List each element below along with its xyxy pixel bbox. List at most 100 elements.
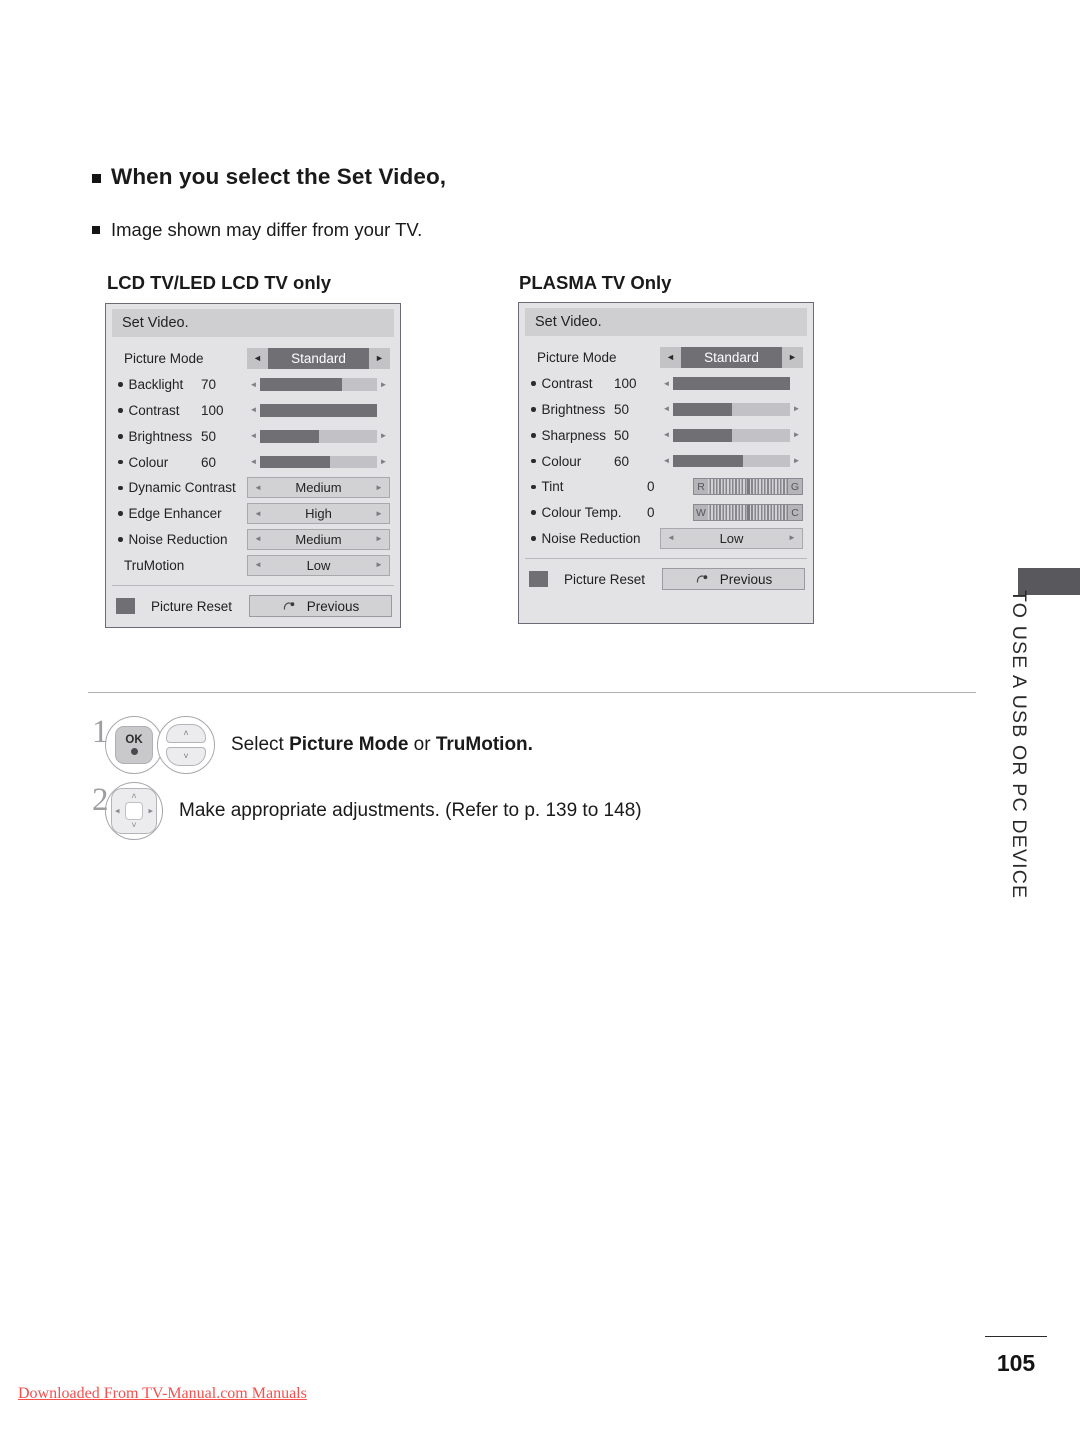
option-left-arrow-icon[interactable]: ◄ [248, 530, 268, 549]
previous-button-label-plasma: Previous [719, 571, 773, 587]
osd-row[interactable]: Picture Mode ◄ Standard ► [531, 345, 803, 371]
option-right-arrow-icon[interactable]: ► [369, 504, 389, 523]
dpad-up-icon[interactable]: ˄ [131, 792, 136, 801]
slider-track[interactable] [673, 403, 790, 416]
selector-right-arrow-icon[interactable]: ► [782, 347, 803, 369]
slider-right-arrow-icon[interactable]: ► [377, 380, 390, 389]
slider-track[interactable] [673, 454, 790, 468]
osd-row[interactable]: TruMotion ◄ Low ► [118, 552, 390, 578]
slider-fill [673, 454, 744, 468]
dpad-right-icon[interactable]: ▸ [148, 806, 153, 816]
slider-track[interactable] [260, 455, 377, 469]
osd-footer-plasma: Picture Reset Previous [519, 559, 813, 591]
slider-right-arrow-icon[interactable]: ► [790, 431, 803, 439]
option-right-arrow-icon[interactable]: ► [369, 556, 389, 575]
slider-right-arrow-icon[interactable]: ► [790, 457, 803, 465]
slider-left-arrow-icon[interactable]: ◄ [247, 432, 260, 440]
option-left-arrow-icon[interactable]: ◄ [248, 556, 268, 575]
rocker-up-icon[interactable]: ˄ [166, 724, 206, 743]
selector-left-arrow-icon[interactable]: ◄ [247, 348, 268, 370]
osd-row[interactable]: Contrast 100 ◄► [531, 371, 803, 397]
value-slider[interactable]: ◄► [660, 451, 803, 472]
value-slider[interactable]: ◄► [247, 400, 390, 421]
slider-right-arrow-icon[interactable]: ► [790, 405, 803, 413]
slider-left-arrow-icon[interactable]: ◄ [247, 380, 260, 389]
osd-row[interactable]: Backlight 70 ◄ ► [118, 372, 390, 398]
tick-gauge[interactable]: RG [693, 478, 803, 496]
ok-key-face: OK [115, 726, 153, 764]
osd-row[interactable]: Brightness 50 ◄ ► [118, 423, 390, 449]
osd-row[interactable]: Colour Temp. 0 W C [531, 500, 803, 526]
previous-button-lcd[interactable]: Previous [249, 595, 392, 618]
osd-row[interactable]: Brightness 50 ◄ ► [531, 397, 803, 423]
gauge-ticks[interactable] [708, 479, 788, 495]
picture-reset-label[interactable]: Picture Reset [151, 599, 232, 614]
dpad-down-icon[interactable]: ˅ [131, 821, 136, 830]
picture-reset-swatch-icon[interactable] [116, 598, 135, 615]
osd-row[interactable]: Colour 60 ◄ ► [118, 449, 390, 475]
slider-right-arrow-icon[interactable]: ► [377, 458, 390, 466]
value-slider[interactable]: ◄► [247, 452, 390, 473]
slider-right-arrow-icon[interactable]: ► [377, 432, 390, 440]
download-note[interactable]: Downloaded From TV-Manual.com Manuals [18, 1385, 307, 1403]
dpad-left-icon[interactable]: ◂ [115, 806, 120, 816]
slider-left-arrow-icon[interactable]: ◄ [660, 431, 673, 439]
ok-button[interactable]: OK [105, 716, 163, 774]
slider-left-arrow-icon[interactable]: ◄ [660, 457, 673, 465]
osd-row[interactable]: Noise Reduction ◄ Medium ► [118, 527, 390, 553]
option-right-arrow-icon[interactable]: ► [369, 478, 389, 497]
selector-right-arrow-icon[interactable]: ► [369, 348, 390, 370]
osd-row-label: Brightness [118, 429, 192, 444]
value-slider[interactable]: ◄► [247, 426, 390, 447]
osd-row-value: 0 [647, 479, 655, 495]
value-slider[interactable]: ◄► [247, 374, 390, 395]
slider-left-arrow-icon[interactable]: ◄ [247, 406, 260, 414]
option-selector[interactable]: ◄ Low ► [660, 527, 803, 549]
option-selector[interactable]: ◄ High ► [247, 503, 390, 525]
osd-row-label: Colour [118, 455, 168, 470]
osd-row[interactable]: Contrast 100 ◄► [118, 398, 390, 424]
picture-mode-selector[interactable]: ◄ Standard ► [660, 347, 803, 369]
option-left-arrow-icon[interactable]: ◄ [661, 529, 681, 548]
gauge-ticks[interactable] [708, 505, 788, 521]
slider-fill [260, 404, 377, 417]
slider-track[interactable] [673, 377, 790, 390]
slider-track[interactable] [673, 429, 790, 442]
osd-row[interactable]: Colour 60 ◄ ► [531, 448, 803, 474]
slider-left-arrow-icon[interactable]: ◄ [660, 379, 673, 388]
option-right-arrow-icon[interactable]: ► [782, 529, 802, 548]
value-slider[interactable]: ◄► [660, 425, 803, 446]
value-slider[interactable]: ◄► [660, 399, 803, 420]
tick-gauge[interactable]: WC [693, 504, 803, 522]
option-selector[interactable]: ◄ Medium ► [247, 528, 390, 550]
up-down-rocker-button[interactable]: ˄ ˅ [157, 716, 215, 774]
osd-row[interactable]: Noise Reduction ◄ Low ► [531, 526, 803, 552]
option-left-arrow-icon[interactable]: ◄ [248, 504, 268, 523]
osd-row-label-text: Sharpness [541, 427, 607, 443]
dpad-center-icon[interactable] [125, 802, 143, 820]
osd-row[interactable]: Edge Enhancer ◄ High ► [118, 501, 390, 527]
osd-row[interactable]: Picture Mode ◄ Standard ► [118, 346, 390, 372]
option-selector[interactable]: ◄ Medium ► [247, 477, 390, 499]
rocker-down-icon[interactable]: ˅ [166, 747, 206, 766]
option-right-arrow-icon[interactable]: ► [369, 530, 389, 549]
osd-row-label-text: Colour [541, 453, 582, 469]
slider-track[interactable] [260, 404, 377, 417]
selector-left-arrow-icon[interactable]: ◄ [660, 347, 681, 369]
option-selector[interactable]: ◄ Low ► [247, 554, 390, 576]
slider-left-arrow-icon[interactable]: ◄ [660, 405, 673, 413]
slider-left-arrow-icon[interactable]: ◄ [247, 458, 260, 466]
osd-row[interactable]: Tint 0 R G [531, 474, 803, 500]
slider-track[interactable] [260, 378, 377, 391]
value-slider[interactable]: ◄► [660, 373, 803, 394]
previous-button-plasma[interactable]: Previous [662, 568, 805, 591]
picture-reset-swatch-icon[interactable] [529, 571, 548, 588]
slider-track[interactable] [260, 430, 377, 443]
osd-row[interactable]: Sharpness 50 ◄ ► [531, 422, 803, 448]
option-left-arrow-icon[interactable]: ◄ [248, 478, 268, 497]
osd-row[interactable]: Dynamic Contrast ◄ Medium ► [118, 475, 390, 501]
osd-row-label: Noise Reduction [531, 531, 641, 546]
navigation-dpad-button[interactable]: ˄ ˅ ◂ ▸ [105, 782, 163, 840]
picture-reset-label[interactable]: Picture Reset [564, 572, 645, 587]
picture-mode-selector[interactable]: ◄ Standard ► [247, 348, 390, 370]
